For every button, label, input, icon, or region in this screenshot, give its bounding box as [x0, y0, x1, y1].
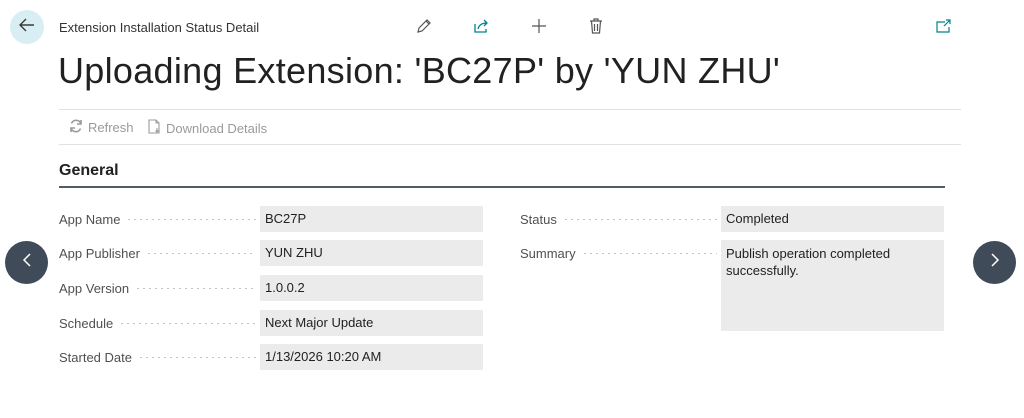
field-label-summary: Summary — [520, 240, 721, 266]
chevron-right-icon — [990, 252, 1000, 273]
field-label-app-version: App Version — [59, 275, 260, 301]
new-button[interactable] — [527, 16, 551, 40]
app-version-field[interactable]: 1.0.0.2 — [260, 275, 483, 301]
section-underline — [59, 186, 945, 188]
leader-dots — [145, 252, 256, 254]
leader-dots — [138, 356, 256, 358]
summary-field[interactable]: Publish operation completed successfully… — [721, 240, 944, 331]
popout-button[interactable] — [932, 16, 956, 40]
field-label-schedule: Schedule — [59, 310, 260, 336]
divider — [59, 144, 961, 145]
trash-icon — [589, 17, 603, 39]
chevron-left-icon — [22, 252, 32, 273]
refresh-action[interactable]: Refresh — [69, 119, 134, 136]
download-details-label: Download Details — [166, 120, 268, 136]
plus-icon — [531, 18, 547, 39]
refresh-icon — [69, 119, 83, 136]
leader-dots — [562, 218, 717, 220]
next-record-button[interactable] — [973, 241, 1016, 284]
schedule-field[interactable]: Next Major Update — [260, 310, 483, 336]
pencil-icon — [416, 18, 432, 39]
status-label: Status — [520, 211, 557, 227]
edit-button[interactable] — [412, 16, 436, 40]
leader-dots — [581, 252, 717, 254]
divider — [59, 109, 961, 110]
app-version-label: App Version — [59, 280, 130, 296]
page-caption: Extension Installation Status Detail — [59, 20, 260, 35]
previous-record-button[interactable] — [5, 241, 48, 284]
field-label-app-publisher: App Publisher — [59, 240, 260, 266]
status-field[interactable]: Completed — [721, 206, 944, 232]
app-publisher-field[interactable]: YUN ZHU — [260, 240, 483, 266]
delete-button[interactable] — [584, 16, 608, 40]
share-icon — [473, 18, 490, 39]
leader-dots — [135, 287, 256, 289]
leader-dots — [119, 322, 256, 324]
summary-label: Summary — [520, 245, 576, 261]
download-document-icon — [148, 119, 161, 137]
arrow-left-icon — [19, 18, 35, 37]
app-name-label: App Name — [59, 211, 121, 227]
schedule-label: Schedule — [59, 315, 114, 331]
field-label-app-name: App Name — [59, 206, 260, 232]
open-in-new-window-icon — [936, 18, 952, 38]
started-date-field[interactable]: 1/13/2026 10:20 AM — [260, 344, 483, 370]
back-button[interactable] — [10, 10, 44, 44]
download-details-action[interactable]: Download Details — [148, 119, 267, 137]
leader-dots — [126, 218, 256, 220]
share-button[interactable] — [469, 16, 493, 40]
started-date-label: Started Date — [59, 349, 132, 365]
app-publisher-label: App Publisher — [59, 245, 140, 261]
page-title: Uploading Extension: 'BC27P' by 'YUN ZHU… — [58, 50, 781, 91]
section-title-general[interactable]: General — [59, 162, 119, 180]
field-label-status: Status — [520, 206, 721, 232]
app-name-field[interactable]: BC27P — [260, 206, 483, 232]
field-label-started-date: Started Date — [59, 344, 260, 370]
refresh-label: Refresh — [88, 120, 134, 135]
